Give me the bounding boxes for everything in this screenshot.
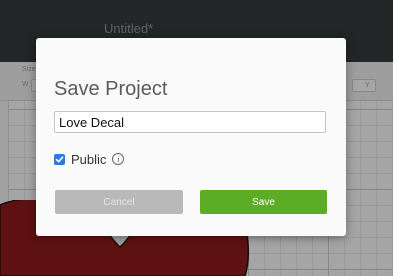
info-icon[interactable]: i (112, 153, 125, 165)
dialog-title: Save Project (54, 78, 168, 100)
project-name-input[interactable] (54, 111, 326, 133)
save-project-dialog: Save Project Public i Cancel Save (36, 38, 346, 236)
save-button[interactable]: Save (200, 190, 327, 214)
public-label: Public (71, 151, 107, 167)
public-row: Public i (54, 151, 125, 167)
checkmark-icon (55, 155, 64, 162)
cancel-button[interactable]: Cancel (55, 190, 183, 214)
public-checkbox[interactable] (54, 153, 65, 165)
